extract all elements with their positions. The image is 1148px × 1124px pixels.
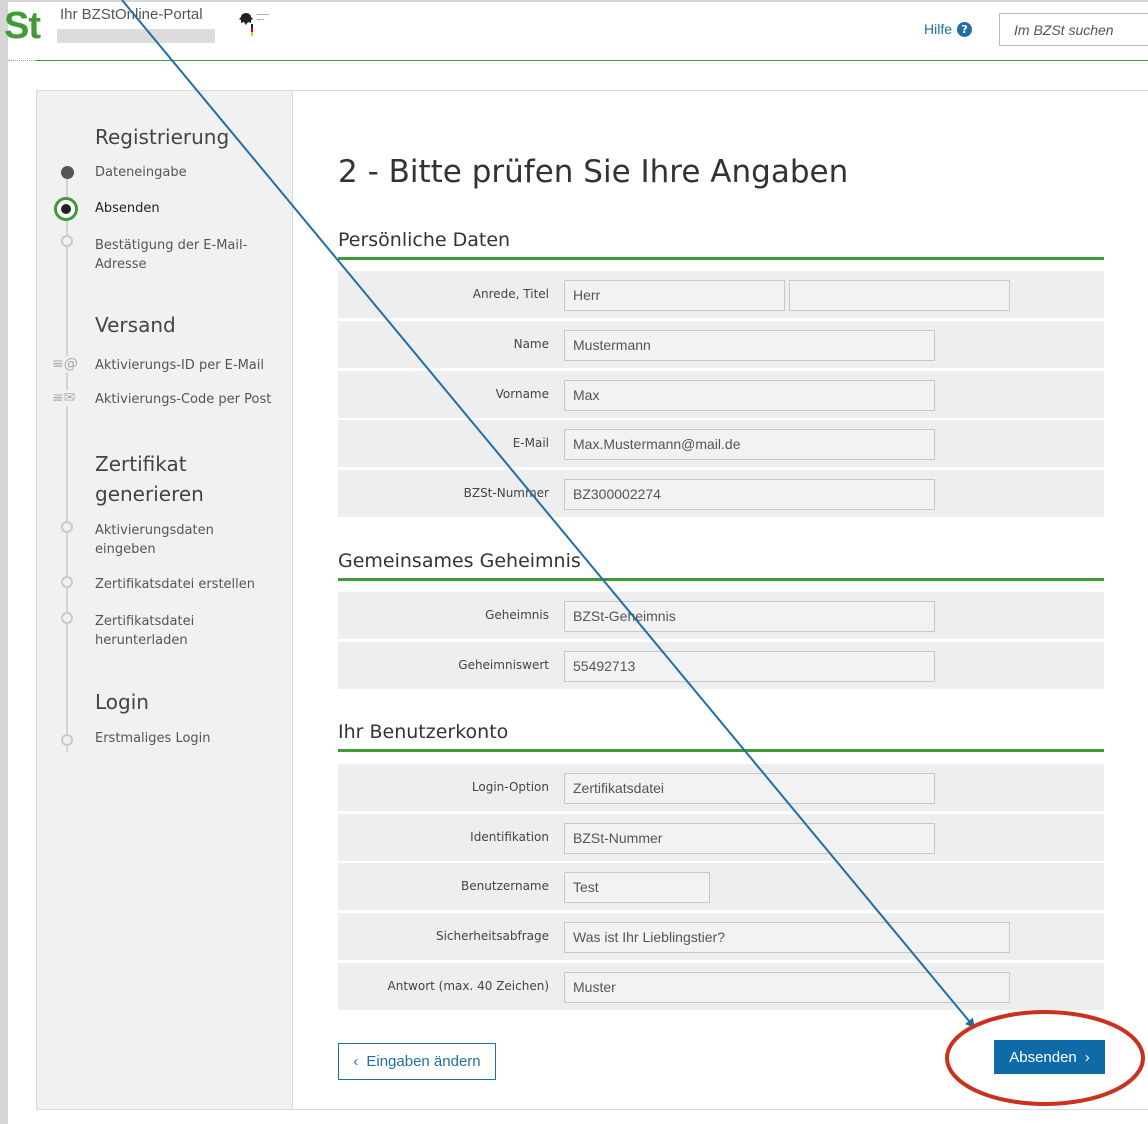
form-row-email: E-Mail Max.Mustermann@mail.de: [338, 420, 1104, 467]
step-absenden: Absenden: [95, 201, 160, 216]
submit-label: Absenden: [1009, 1048, 1077, 1066]
federal-eagle-icon: [239, 13, 253, 36]
security-question-label: Sicherheitsabfrage: [435, 929, 549, 943]
salutation-label: Anrede, Titel: [472, 287, 549, 301]
step-activation-code-post: Aktivierungs-Code per Post: [95, 392, 272, 407]
question-circle-icon: ?: [957, 21, 973, 37]
username-field: Test: [564, 872, 710, 903]
step-dateneingabe: Dateneingabe: [95, 165, 187, 180]
edit-inputs-button[interactable]: ‹ Eingaben ändern: [338, 1043, 496, 1080]
search-input[interactable]: [999, 13, 1148, 46]
step-email-confirmation: Bestätigung der E-Mail-Adresse: [95, 238, 248, 272]
step-open-marker: [61, 612, 73, 624]
portal-subtitle-redacted: [57, 29, 215, 43]
username-label: Benutzername: [461, 879, 549, 893]
envelope-icon: ≡✉: [52, 390, 76, 406]
form-row-bzst-number: BZSt-Nummer BZ300002274: [338, 470, 1104, 517]
section-title-versand: Versand: [95, 313, 176, 337]
help-link[interactable]: Hilfe ?: [924, 21, 973, 37]
email-at-icon: ≡@: [52, 356, 78, 372]
step-current-marker: [54, 197, 78, 221]
email-label: E-Mail: [512, 436, 549, 450]
title-field: [789, 280, 1010, 311]
form-row-secret: Geheimnis BZSt-Geheimnis: [338, 592, 1104, 639]
timeline-line: [66, 172, 68, 752]
step-activation-id-email: Aktivierungs-ID per E-Mail: [95, 358, 264, 373]
answer-field: Muster: [564, 972, 1010, 1003]
secret-field: BZSt-Geheimnis: [564, 601, 935, 632]
firstname-field: Max: [564, 380, 935, 411]
header-divider: [36, 60, 1148, 61]
firstname-label: Vorname: [495, 387, 549, 401]
step-first-login: Erstmaliges Login: [95, 731, 211, 746]
step-open-marker: [61, 521, 73, 533]
section-heading-account: Ihr Benutzerkonto: [338, 721, 1104, 752]
section-title-login: Login: [95, 690, 149, 714]
secret-value-field: 55492713: [564, 651, 935, 682]
chevron-right-icon: ›: [1084, 1048, 1090, 1066]
section-heading-personal: Persönliche Daten: [338, 229, 1104, 260]
form-row-firstname: Vorname Max: [338, 371, 1104, 418]
step-open-marker: [61, 235, 73, 247]
page: St Ihr BZStOnline-Portal ━━━━━ ━━━ Hilfe …: [0, 0, 1148, 1124]
ministry-wordmark: ━━━━━ ━━━: [257, 12, 270, 22]
section-title-zertifikat: Zertifikat generieren: [95, 452, 204, 506]
bzst-logo[interactable]: St: [4, 6, 41, 46]
name-field: Mustermann: [564, 330, 935, 361]
name-label: Name: [513, 337, 549, 351]
login-option-label: Login-Option: [471, 780, 549, 794]
secret-value-label: Geheimniswert: [458, 658, 549, 672]
section-heading-secret: Gemeinsames Geheimnis: [338, 550, 1104, 581]
login-option-field: Zertifikatsdatei: [564, 773, 935, 804]
identification-field: BZSt-Nummer: [564, 823, 935, 854]
form-row-identification: Identifikation BZSt-Nummer: [338, 814, 1104, 861]
portal-title: Ihr BZStOnline-Portal: [60, 6, 203, 23]
edit-inputs-label: Eingaben ändern: [366, 1053, 481, 1070]
step-download-certificate: Zertifikatsdatei herunterladen: [95, 614, 195, 648]
help-label: Hilfe: [924, 21, 953, 37]
step-create-certificate: Zertifikatsdatei erstellen: [95, 577, 256, 592]
form-row-answer: Antwort (max. 40 Zeichen) Muster: [338, 963, 1104, 1010]
section-title-registrierung: Registrierung: [95, 125, 230, 149]
bzst-number-field: BZ300002274: [564, 479, 935, 510]
form-row-login-option: Login-Option Zertifikatsdatei: [338, 764, 1104, 811]
identification-label: Identifikation: [470, 830, 549, 844]
step-done-marker: [61, 166, 74, 179]
chevron-left-icon: ‹: [353, 1053, 359, 1070]
form-row-username: Benutzername Test: [338, 863, 1104, 910]
security-question-field: Was ist Ihr Lieblingstier?: [564, 922, 1010, 953]
email-field: Max.Mustermann@mail.de: [564, 429, 935, 460]
salutation-field: Herr: [564, 280, 785, 311]
submit-button[interactable]: Absenden ›: [994, 1040, 1105, 1074]
form-row-security-question: Sicherheitsabfrage Was ist Ihr Lieblings…: [338, 913, 1104, 960]
form-row-secret-value: Geheimniswert 55492713: [338, 642, 1104, 689]
secret-label: Geheimnis: [485, 608, 549, 622]
form-row-name: Name Mustermann: [338, 321, 1104, 368]
form-row-salutation: Anrede, Titel Herr: [338, 271, 1104, 318]
answer-label: Antwort (max. 40 Zeichen): [387, 979, 549, 993]
step-activation-data: Aktivierungsdaten eingeben: [95, 523, 214, 557]
bzst-number-label: BZSt-Nummer: [463, 486, 549, 500]
step-open-marker: [61, 734, 73, 746]
page-title: 2 - Bitte prüfen Sie Ihre Angaben: [338, 154, 849, 190]
window-edge-left: [0, 0, 8, 1124]
step-open-marker: [61, 576, 73, 588]
window-edge-top: [0, 0, 1148, 2]
